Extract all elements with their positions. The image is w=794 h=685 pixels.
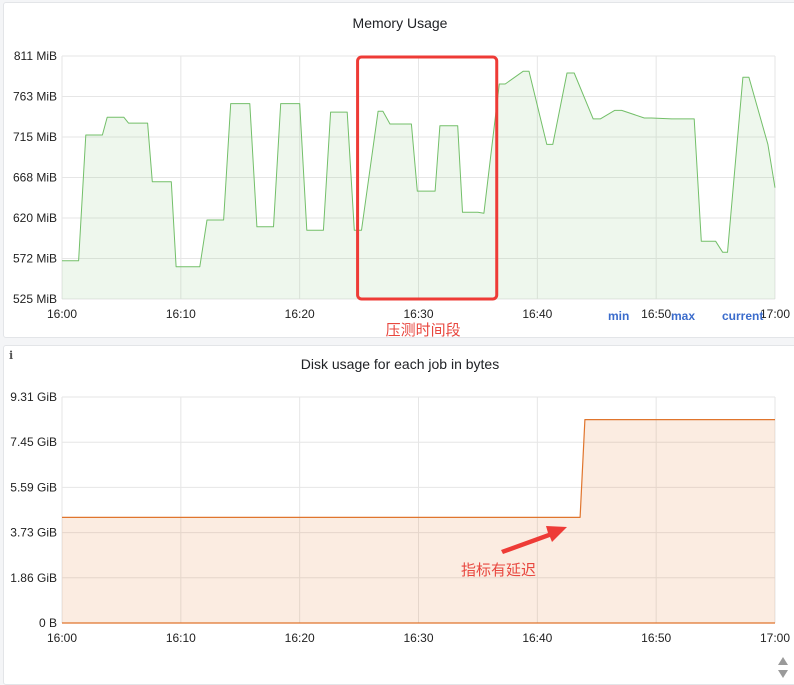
x-tick-label: 16:30: [403, 307, 433, 321]
legend-max[interactable]: max: [671, 309, 695, 323]
legend-min[interactable]: min: [608, 309, 629, 323]
x-tick-label: 16:20: [285, 631, 315, 645]
y-tick-label: 572 MiB: [13, 252, 57, 266]
x-tick-label: 16:50: [641, 631, 671, 645]
y-tick-label: 1.86 GiB: [10, 571, 57, 585]
y-tick-label: 668 MiB: [13, 171, 57, 185]
y-tick-label: 9.31 GiB: [10, 390, 57, 404]
x-tick-label: 16:00: [47, 631, 77, 645]
legend-current[interactable]: current: [722, 309, 763, 323]
y-tick-label: 5.59 GiB: [10, 480, 57, 494]
y-tick-label: 620 MiB: [13, 211, 57, 225]
x-tick-label: 16:40: [522, 307, 552, 321]
annotation-label: 指标有延迟: [461, 561, 536, 579]
y-tick-label: 3.73 GiB: [10, 526, 57, 540]
x-tick-label: 16:50: [641, 307, 671, 321]
y-tick-label: 763 MiB: [13, 90, 57, 104]
x-tick-label: 17:00: [760, 307, 790, 321]
y-tick-label: 7.45 GiB: [10, 435, 57, 449]
x-tick-label: 16:10: [166, 631, 196, 645]
y-tick-label: 715 MiB: [13, 130, 57, 144]
x-tick-label: 17:00: [760, 631, 790, 645]
x-tick-label: 16:40: [522, 631, 552, 645]
charts-svg: 16:00 16:10 16:20 16:30 16:40 16:50 17:00 811 M…: [10, 49, 790, 645]
scroll-down-icon[interactable]: [778, 670, 788, 678]
x-tick-label: 16:00: [47, 307, 77, 321]
x-tick-label: 16:10: [166, 307, 196, 321]
annotation-label: 压测时间段: [386, 321, 461, 339]
y-tick-label: 0 B: [39, 616, 57, 630]
y-tick-label: 525 MiB: [13, 292, 57, 306]
x-tick-label: 16:30: [403, 631, 433, 645]
x-tick-label: 16:20: [285, 307, 315, 321]
y-tick-label: 811 MiB: [14, 49, 57, 63]
scroll-up-icon[interactable]: [778, 657, 788, 665]
